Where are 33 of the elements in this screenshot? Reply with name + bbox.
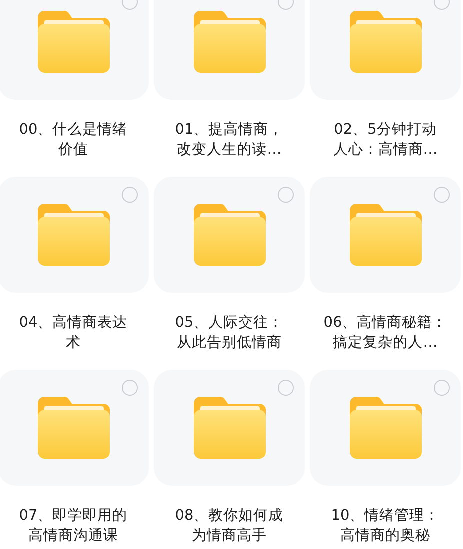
folder-name: 06、高情商秘籍： 搞定复杂的人… bbox=[324, 314, 448, 353]
folder-name: 00、什么是情绪 价值 bbox=[19, 121, 128, 160]
folder-name: 10、情绪管理： 高情商的奥秘 bbox=[331, 507, 440, 546]
folder-name: 08、教你如何成 为情商高手 bbox=[175, 507, 284, 546]
folder-tile[interactable] bbox=[310, 177, 461, 293]
folder-tile[interactable] bbox=[154, 177, 305, 293]
folder-name: 02、5分钟打动 人心：高情商… bbox=[333, 121, 438, 160]
folder-tile[interactable] bbox=[154, 370, 305, 486]
select-checkbox[interactable] bbox=[122, 380, 138, 396]
select-checkbox[interactable] bbox=[434, 187, 450, 203]
folder-tile[interactable] bbox=[0, 177, 149, 293]
folder-icon bbox=[194, 204, 266, 266]
folder-name: 07、即学即用的 高情商沟通课 bbox=[19, 507, 128, 546]
select-checkbox[interactable] bbox=[122, 187, 138, 203]
folder-icon bbox=[38, 397, 110, 459]
folder-icon bbox=[350, 204, 422, 266]
folder-tile[interactable] bbox=[154, 0, 305, 100]
folder-icon bbox=[350, 397, 422, 459]
select-checkbox[interactable] bbox=[278, 380, 294, 396]
select-checkbox[interactable] bbox=[278, 187, 294, 203]
folder-tile[interactable] bbox=[310, 0, 461, 100]
folder-name: 01、提高情商， 改变人生的读… bbox=[175, 120, 284, 160]
folder-tile[interactable] bbox=[0, 370, 149, 486]
folder-tile[interactable] bbox=[310, 370, 461, 486]
select-checkbox[interactable] bbox=[434, 380, 450, 396]
folder-tile[interactable] bbox=[0, 0, 149, 100]
folder-name: 04、高情商表达 术 bbox=[19, 314, 128, 353]
folder-icon bbox=[194, 397, 266, 459]
folder-name: 05、人际交往： 从此告别低情商 bbox=[175, 314, 284, 353]
folder-icon bbox=[38, 11, 110, 73]
folder-icon bbox=[194, 11, 266, 73]
folder-icon bbox=[350, 11, 422, 73]
folder-icon bbox=[38, 204, 110, 266]
